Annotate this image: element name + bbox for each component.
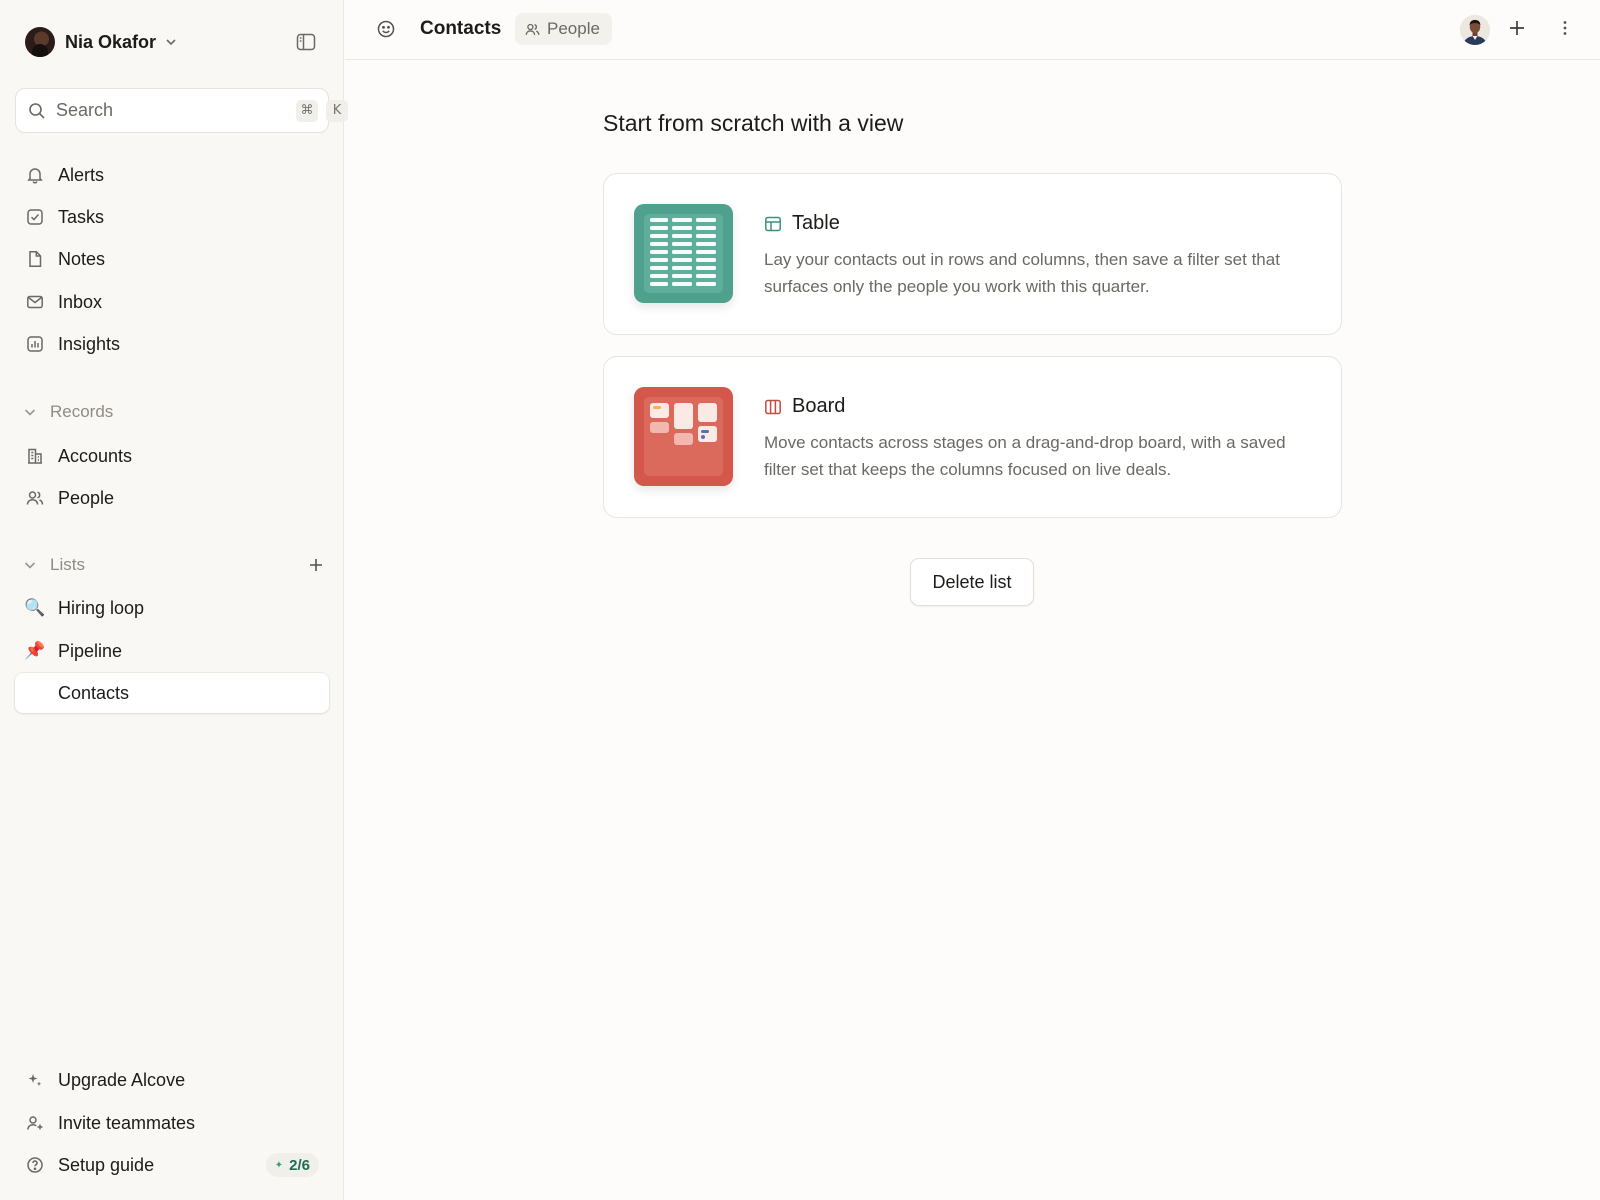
sidebar-item-label: Tasks xyxy=(58,206,105,227)
table-illustration xyxy=(634,204,733,303)
upgrade-label: Upgrade Alcove xyxy=(58,1069,186,1090)
building-icon xyxy=(25,446,45,466)
table-icon xyxy=(764,215,782,233)
chart-icon xyxy=(25,334,45,354)
card-title: Board xyxy=(792,395,846,417)
top-bar: Contacts People xyxy=(345,0,1600,60)
setup-progress-badge: ✦ 2/6 xyxy=(265,1153,319,1177)
page-title: Contacts xyxy=(420,18,502,39)
sidebar-item-alerts[interactable]: Alerts xyxy=(15,155,329,195)
card-header: Board xyxy=(764,395,845,418)
sidebar-item-label: Notes xyxy=(58,248,106,269)
avatar[interactable] xyxy=(1460,15,1490,45)
magnifier-emoji-icon: 🔍 xyxy=(24,597,46,618)
empty-state-heading: Start from scratch with a view xyxy=(603,110,904,136)
sparkle-icon xyxy=(25,1070,45,1090)
workspace-switcher[interactable]: Nia Okafor xyxy=(25,26,178,58)
sidebar-item-label: People xyxy=(58,487,115,508)
setup-guide-button[interactable]: Setup guide ✦ 2/6 xyxy=(15,1145,329,1185)
sidebar-item-label: Insights xyxy=(58,333,121,354)
sidebar-item-contacts[interactable]: Contacts xyxy=(15,673,329,713)
sidebar-item-hiring-loop[interactable]: 🔍 Hiring loop xyxy=(15,588,329,628)
add-list-icon[interactable] xyxy=(305,554,327,576)
add-icon[interactable] xyxy=(1507,18,1527,38)
chevron-down-icon xyxy=(22,557,38,573)
user-name: Nia Okafor xyxy=(65,31,157,52)
help-circle-icon xyxy=(25,1155,45,1175)
setup-progress: 2/6 xyxy=(289,1156,310,1174)
list-item-spacer xyxy=(25,683,45,703)
card-description: Move contacts across stages on a drag-an… xyxy=(764,433,1286,479)
sidebar-item-label: Alerts xyxy=(58,164,105,185)
pushpin-emoji-icon: 📌 xyxy=(24,640,46,661)
search-icon xyxy=(28,102,46,120)
section-lists[interactable]: Lists xyxy=(22,550,327,580)
shortcut-key: K xyxy=(326,99,348,122)
invite-teammates-button[interactable]: Invite teammates xyxy=(15,1103,329,1143)
sidebar-item-tasks[interactable]: Tasks xyxy=(15,197,329,237)
sidebar-item-inbox[interactable]: Inbox xyxy=(15,282,329,322)
search-box[interactable]: ⌘ K xyxy=(15,88,348,133)
chip-label: People xyxy=(547,19,600,38)
table-view-card[interactable]: Table Lay your contacts out in rows and … xyxy=(603,173,1342,335)
upgrade-button[interactable]: Upgrade Alcove xyxy=(15,1060,329,1100)
section-records[interactable]: Records xyxy=(22,397,327,427)
sidebar-item-label: Accounts xyxy=(58,445,133,466)
checkbox-icon xyxy=(25,207,45,227)
mail-icon xyxy=(25,292,45,312)
sparkle-icon: ✦ xyxy=(274,1159,284,1171)
sidebar-item-label: Inbox xyxy=(58,291,103,312)
delete-list-button[interactable]: Delete list xyxy=(910,558,1034,606)
sidebar-toggle-icon[interactable] xyxy=(294,30,318,54)
board-view-card[interactable]: Board Move contacts across stages on a d… xyxy=(603,356,1342,518)
sidebar-item-pipeline[interactable]: 📌 Pipeline xyxy=(15,631,329,671)
setup-label: Setup guide xyxy=(58,1154,155,1175)
user-avatar xyxy=(25,27,55,57)
chevron-down-icon xyxy=(22,404,38,420)
sidebar-item-insights[interactable]: Insights xyxy=(15,324,329,364)
card-description: Lay your contacts out in rows and column… xyxy=(764,250,1280,296)
bell-icon xyxy=(25,165,45,185)
board-illustration xyxy=(634,387,733,486)
search-input[interactable] xyxy=(56,100,288,121)
object-chip-people[interactable]: People xyxy=(515,13,612,45)
sidebar: Nia Okafor ⌘ K Alerts Tasks Notes xyxy=(0,0,348,1200)
section-label: Lists xyxy=(50,555,85,574)
sidebar-item-accounts[interactable]: Accounts xyxy=(15,436,329,476)
more-vertical-icon[interactable] xyxy=(1555,18,1575,38)
document-icon xyxy=(25,249,45,269)
people-icon xyxy=(25,488,45,508)
sidebar-item-label: Contacts xyxy=(58,682,130,703)
chevron-down-icon xyxy=(164,35,178,49)
card-header: Table xyxy=(764,212,840,235)
card-title: Table xyxy=(792,212,840,234)
sidebar-item-notes[interactable]: Notes xyxy=(15,239,329,279)
board-icon xyxy=(764,398,782,416)
smiley-icon[interactable] xyxy=(376,19,396,39)
shortcut-mod-key: ⌘ xyxy=(296,99,318,122)
sidebar-item-label: Pipeline xyxy=(58,640,123,661)
add-user-icon xyxy=(25,1113,45,1133)
sidebar-item-people[interactable]: People xyxy=(15,478,329,518)
sidebar-item-label: Hiring loop xyxy=(58,597,145,618)
section-label: Records xyxy=(50,402,114,421)
people-icon xyxy=(525,22,540,37)
invite-label: Invite teammates xyxy=(58,1112,196,1133)
